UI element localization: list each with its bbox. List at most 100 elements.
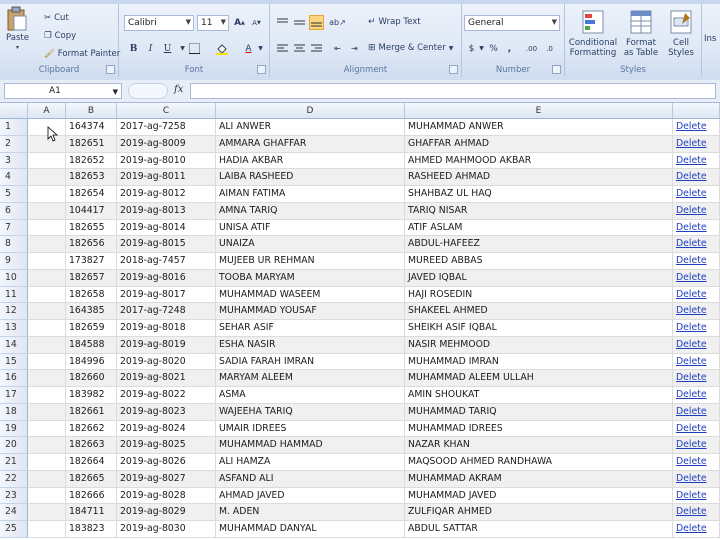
cell-id[interactable]: 184711: [66, 504, 117, 521]
cell-a[interactable]: [28, 420, 66, 438]
row-header[interactable]: 9: [0, 253, 28, 270]
delete-link[interactable]: Delete: [673, 269, 720, 287]
cell-father-name[interactable]: MUHAMMAD ANWER: [405, 119, 673, 136]
row-header[interactable]: 7: [0, 219, 28, 237]
delete-link[interactable]: Delete: [673, 152, 720, 170]
italic-button[interactable]: I: [143, 41, 158, 56]
cell-id[interactable]: 183982: [66, 387, 117, 404]
cell-a[interactable]: [28, 320, 66, 337]
cell-father-name[interactable]: MUHAMMAD AKRAM: [405, 470, 673, 488]
cell-id[interactable]: 182653: [66, 169, 117, 186]
delete-link[interactable]: Delete: [673, 487, 720, 505]
cell-father-name[interactable]: NASIR MEHMOOD: [405, 336, 673, 354]
align-center-button[interactable]: [292, 41, 307, 56]
orientation-button[interactable]: ab↗: [329, 15, 346, 30]
row-header[interactable]: 2: [0, 135, 28, 153]
cell-a[interactable]: [28, 253, 66, 270]
cell-reg-no[interactable]: 2017-ag-7248: [117, 303, 216, 320]
cell-reg-no[interactable]: 2019-ag-8009: [117, 135, 216, 153]
delete-link[interactable]: Delete: [673, 119, 720, 136]
cell-father-name[interactable]: SHAKEEL AHMED: [405, 303, 673, 320]
cell-father-name[interactable]: JAVED IQBAL: [405, 269, 673, 287]
cell-father-name[interactable]: NAZAR KHAN: [405, 437, 673, 454]
cell-student-name[interactable]: AMNA TARIQ: [216, 202, 405, 220]
row-header[interactable]: 25: [0, 521, 28, 538]
row-header[interactable]: 24: [0, 504, 28, 521]
cut-button[interactable]: ✂ Cut: [44, 13, 69, 23]
cell-id[interactable]: 182654: [66, 186, 117, 203]
cell-student-name[interactable]: UMAIR IDREES: [216, 420, 405, 438]
clipboard-dialog-launcher-icon[interactable]: [106, 65, 115, 74]
row-header[interactable]: 4: [0, 169, 28, 186]
cell-id[interactable]: 182655: [66, 219, 117, 237]
increase-decimal-button[interactable]: .00: [524, 41, 539, 56]
cell-reg-no[interactable]: 2019-ag-8012: [117, 186, 216, 203]
cell-student-name[interactable]: MARYAM ALEEM: [216, 370, 405, 387]
formula-bar-resize-handle[interactable]: [128, 83, 168, 99]
cell-student-name[interactable]: MUHAMMAD WASEEM: [216, 286, 405, 304]
cell-father-name[interactable]: MUHAMMAD ALEEM ULLAH: [405, 370, 673, 387]
cell-student-name[interactable]: M. ADEN: [216, 504, 405, 521]
cell-student-name[interactable]: SEHAR ASIF: [216, 320, 405, 337]
cell-id[interactable]: 184996: [66, 353, 117, 371]
cell-reg-no[interactable]: 2018-ag-7457: [117, 253, 216, 270]
cell-a[interactable]: [28, 470, 66, 488]
copy-button[interactable]: ❐ Copy: [44, 31, 76, 41]
cell-reg-no[interactable]: 2019-ag-8021: [117, 370, 216, 387]
row-header[interactable]: 5: [0, 186, 28, 203]
cell-reg-no[interactable]: 2019-ag-8018: [117, 320, 216, 337]
format-as-table-button[interactable]: Format as Table: [621, 8, 661, 66]
delete-link[interactable]: Delete: [673, 420, 720, 438]
cell-id[interactable]: 182659: [66, 320, 117, 337]
chevron-down-icon[interactable]: ▼: [113, 85, 118, 99]
decrease-decimal-button[interactable]: .0: [542, 41, 557, 56]
cell-a[interactable]: [28, 269, 66, 287]
cell-a[interactable]: [28, 370, 66, 387]
cell-a[interactable]: [28, 437, 66, 454]
cell-student-name[interactable]: LAIBA RASHEED: [216, 169, 405, 186]
cell-id[interactable]: 182663: [66, 437, 117, 454]
cell-a[interactable]: [28, 186, 66, 203]
cell-a[interactable]: [28, 303, 66, 320]
font-color-dropdown[interactable]: ▼: [253, 41, 268, 56]
row-header[interactable]: 13: [0, 320, 28, 337]
row-header[interactable]: 17: [0, 387, 28, 404]
cell-student-name[interactable]: AIMAN FATIMA: [216, 186, 405, 203]
cell-reg-no[interactable]: 2019-ag-8020: [117, 353, 216, 371]
cell-father-name[interactable]: GHAFFAR AHMAD: [405, 135, 673, 153]
align-middle-button[interactable]: [292, 15, 307, 30]
cell-student-name[interactable]: ASFAND ALI: [216, 470, 405, 488]
cell-father-name[interactable]: RASHEED AHMAD: [405, 169, 673, 186]
cell-father-name[interactable]: MAQSOOD AHMED RANDHAWA: [405, 454, 673, 471]
cell-a[interactable]: [28, 521, 66, 538]
cell-father-name[interactable]: ATIF ASLAM: [405, 219, 673, 237]
cell-a[interactable]: [28, 487, 66, 505]
cell-reg-no[interactable]: 2019-ag-8019: [117, 336, 216, 354]
cell-student-name[interactable]: ASMA: [216, 387, 405, 404]
align-right-button[interactable]: [309, 41, 324, 56]
shrink-font-button[interactable]: A ▼: [249, 15, 264, 30]
row-header[interactable]: 12: [0, 303, 28, 320]
cell-father-name[interactable]: MUHAMMAD JAVED: [405, 487, 673, 505]
row-header[interactable]: 10: [0, 269, 28, 287]
grow-font-button[interactable]: A ▲: [232, 15, 247, 30]
row-header[interactable]: 15: [0, 353, 28, 371]
row-header[interactable]: 23: [0, 487, 28, 505]
cell-id[interactable]: 182665: [66, 470, 117, 488]
align-left-button[interactable]: [275, 41, 290, 56]
font-size-select[interactable]: 11 ▼: [197, 15, 229, 31]
cell-styles-button[interactable]: Cell Styles: [663, 8, 699, 66]
cell-id[interactable]: 182660: [66, 370, 117, 387]
cell-father-name[interactable]: TARIQ NISAR: [405, 202, 673, 220]
delete-link[interactable]: Delete: [673, 236, 720, 253]
cell-id[interactable]: 182661: [66, 403, 117, 421]
cell-a[interactable]: [28, 286, 66, 304]
cell-student-name[interactable]: ESHA NASIR: [216, 336, 405, 354]
cell-reg-no[interactable]: 2019-ag-8017: [117, 286, 216, 304]
delete-link[interactable]: Delete: [673, 253, 720, 270]
delete-link[interactable]: Delete: [673, 219, 720, 237]
cell-reg-no[interactable]: 2019-ag-8026: [117, 454, 216, 471]
cell-student-name[interactable]: UNISA ATIF: [216, 219, 405, 237]
cell-a[interactable]: [28, 387, 66, 404]
cell-student-name[interactable]: MUHAMMAD DANYAL: [216, 521, 405, 538]
